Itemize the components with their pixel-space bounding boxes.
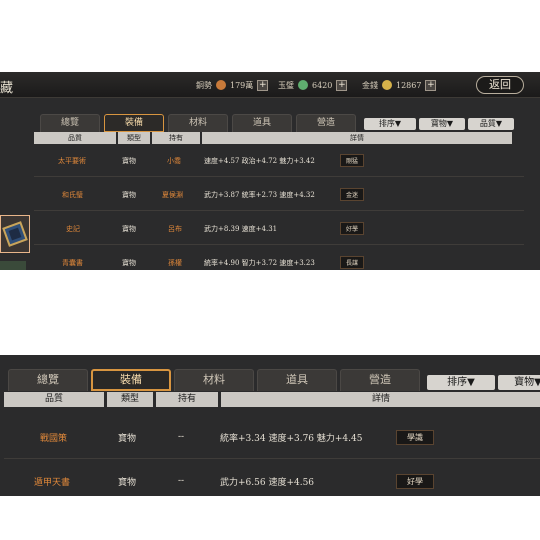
add-gold-button[interactable]: +: [425, 79, 437, 91]
header-details: 詳情: [202, 132, 512, 144]
type-filter-dropdown[interactable]: 寶物▼: [419, 118, 465, 130]
header-type: 類型: [107, 392, 153, 407]
tab-items[interactable]: 道具: [232, 114, 292, 132]
category-tabs: 總覽 裝備 材料 道具 營造: [40, 114, 356, 132]
add-copper-button[interactable]: +: [257, 79, 269, 91]
item-detail: 統率+3.34 速度+3.76 魅力+4.45: [220, 433, 363, 444]
trait-badge: 好學: [340, 222, 365, 235]
item-name: 和氏璧: [62, 190, 83, 199]
tab-equipment[interactable]: 裝備: [91, 369, 171, 391]
header-quality: 品質: [4, 392, 104, 407]
tab-equipment[interactable]: 裝備: [104, 114, 164, 132]
header-type: 類型: [118, 132, 150, 144]
currency-gold: 金錢 12867 +: [362, 78, 437, 92]
currency-label: 銅勢: [196, 80, 212, 90]
back-button[interactable]: 返回: [476, 76, 524, 94]
tab-materials[interactable]: 材料: [168, 114, 228, 132]
sort-controls: 排序▼ 寶物▼: [427, 375, 540, 390]
tab-construction[interactable]: 營造: [340, 369, 420, 391]
header-quality: 品質: [34, 132, 116, 144]
item-type: 寶物: [118, 477, 137, 488]
quality-filter-dropdown[interactable]: 品質▼: [468, 118, 514, 130]
table-header: 品質 類型 持有 詳情: [34, 132, 512, 144]
table-row[interactable]: 青囊書 寶物 孫權 統率+4.90 智力+3.72 速度+3.23 長謀: [34, 246, 524, 270]
item-detail: 武力+8.39 速度+4.31: [204, 224, 278, 233]
trait-badge: 好學: [396, 473, 434, 489]
currency-value: 179萬: [230, 80, 254, 90]
tab-items[interactable]: 道具: [257, 369, 337, 391]
currency-value: 6420: [312, 80, 333, 90]
sort-dropdown[interactable]: 排序▼: [427, 375, 495, 390]
item-thumbnail[interactable]: [0, 215, 30, 253]
item-owner: 呂布: [168, 224, 182, 233]
item-detail: 武力+3.87 統率+2.73 速度+4.32: [204, 190, 315, 199]
top-header-bar: 藏 銅勢 179萬 + 玉璧 6420 + 金錢 12867 + 返回: [0, 72, 540, 98]
item-owner: --: [178, 432, 185, 442]
item-detail: 速度+4.57 政治+4.72 魅力+3.42: [204, 156, 315, 165]
header-owner: 持有: [152, 132, 200, 144]
table-row[interactable]: 和氏璧 寶物 夏侯淵 武力+3.87 統率+2.73 速度+4.32 金迷: [34, 178, 524, 211]
item-owner: --: [178, 476, 185, 486]
item-type: 寶物: [118, 433, 137, 444]
copper-coin-icon: [216, 80, 226, 90]
jade-icon: [298, 80, 308, 90]
treasury-panel-top: 藏 銅勢 179萬 + 玉璧 6420 + 金錢 12867 + 返回 總覽 裝…: [0, 72, 540, 270]
item-owner: 小喬: [167, 156, 181, 165]
currency-value: 12867: [396, 80, 422, 90]
item-type: 寶物: [122, 224, 136, 233]
page-title: 藏: [0, 81, 14, 96]
item-name: 青囊書: [62, 258, 83, 267]
item-name: 太平要術: [58, 156, 86, 165]
header-details: 詳情: [221, 392, 540, 407]
table-row[interactable]: 史記 寶物 呂布 武力+8.39 速度+4.31 好學: [34, 212, 524, 245]
type-filter-dropdown[interactable]: 寶物▼: [498, 375, 540, 390]
header-owner: 持有: [156, 392, 218, 407]
category-tabs: 總覽 裝備 材料 道具 營造: [8, 369, 420, 391]
trait-badge: 學識: [396, 429, 434, 445]
table-header: 品質 類型 持有 詳情: [4, 392, 540, 407]
item-type: 寶物: [122, 190, 136, 199]
currency-jade: 玉璧 6420 +: [278, 78, 348, 92]
trait-badge: 長謀: [340, 256, 365, 269]
item-owner: 孫權: [168, 258, 182, 267]
tab-overview[interactable]: 總覽: [40, 114, 100, 132]
tab-materials[interactable]: 材料: [174, 369, 254, 391]
table-row[interactable]: 戰國策 寶物 -- 統率+3.34 速度+3.76 魅力+4.45 學識: [4, 415, 540, 459]
currency-label: 金錢: [362, 80, 378, 90]
item-thumbnail[interactable]: [0, 261, 26, 270]
item-type: 寶物: [122, 156, 136, 165]
item-detail: 統率+4.90 智力+3.72 速度+3.23: [204, 258, 315, 267]
item-detail: 武力+6.56 速度+4.56: [220, 477, 315, 488]
item-name: 史記: [66, 224, 80, 233]
treasury-panel-bottom: 總覽 裝備 材料 道具 營造 排序▼ 寶物▼ 品質 類型 持有 詳情 戰國策 寶…: [0, 355, 540, 496]
sort-dropdown[interactable]: 排序▼: [364, 118, 416, 130]
add-jade-button[interactable]: +: [336, 79, 348, 91]
gold-coin-icon: [382, 80, 392, 90]
item-name: 戰國策: [40, 433, 68, 444]
currency-copper: 銅勢 179萬 +: [196, 78, 269, 92]
sort-controls: 排序▼ 寶物▼ 品質▼: [364, 118, 514, 130]
table-row[interactable]: 遁甲天書 寶物 -- 武力+6.56 速度+4.56 好學: [4, 459, 540, 496]
trait-badge: 剛猛: [340, 154, 365, 167]
item-type: 寶物: [122, 258, 136, 267]
table-row[interactable]: 太平要術 寶物 小喬 速度+4.57 政治+4.72 魅力+3.42 剛猛: [34, 144, 524, 177]
tab-construction[interactable]: 營造: [296, 114, 356, 132]
item-name: 遁甲天書: [34, 477, 71, 488]
tab-overview[interactable]: 總覽: [8, 369, 88, 391]
trait-badge: 金迷: [340, 188, 365, 201]
currency-label: 玉璧: [278, 80, 294, 90]
item-owner: 夏侯淵: [162, 190, 183, 199]
